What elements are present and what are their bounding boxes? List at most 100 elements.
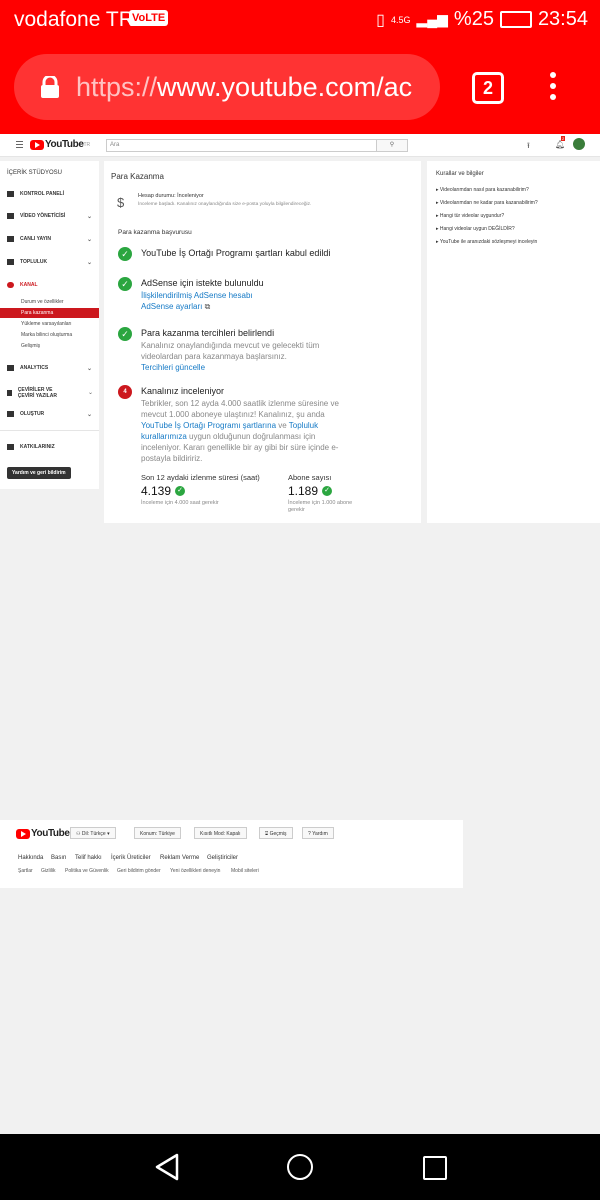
help-feedback-button[interactable]: Yardım ve geri bildirim xyxy=(7,467,71,479)
rules-link[interactable]: Hangi videolar uygun DEĞİLDİR? xyxy=(436,226,515,232)
search-icon: ⚲ xyxy=(389,142,395,148)
check-icon: ✓ xyxy=(118,277,132,291)
lock-icon xyxy=(41,76,59,98)
footer-youtube-logo[interactable]: YouTube xyxy=(16,828,70,839)
network-type: 4.5G xyxy=(390,14,411,25)
volte-badge: VoLTE xyxy=(129,10,169,26)
adsense-account-link[interactable]: İlişkilendirilmiş AdSense hesabı xyxy=(141,291,253,300)
more-menu-icon[interactable] xyxy=(550,72,556,105)
sidebar-item-analytics[interactable]: ANALYTICS ⌄ xyxy=(7,365,95,372)
hamburger-menu-icon[interactable] xyxy=(16,141,23,150)
monetization-panel: Para Kazanma $ Hesap durumu: İnceleniyor… xyxy=(104,161,421,523)
divider xyxy=(0,430,99,431)
sidebar-sub-upload-defaults[interactable]: Yükleme varsayılanları xyxy=(0,319,99,329)
footer: YouTube ⚇ Dil: Türkçe ▾ Konum: Türkiye K… xyxy=(0,820,463,888)
step-title: Para kazanma tercihleri belirlendi xyxy=(141,328,275,338)
sidebar-title: İÇERİK STÜDYOSU xyxy=(7,170,63,176)
sidebar-sub-monetization[interactable]: Para kazanma xyxy=(0,308,99,318)
sidebar-item-video-manager[interactable]: VİDEO YÖNETİCİSİ ⌄ xyxy=(7,213,95,220)
dollar-icon: $ xyxy=(117,195,125,210)
clock: 23:54 xyxy=(537,8,588,30)
check-icon: ✓ xyxy=(175,486,186,496)
footer-link[interactable]: Politika ve Güvenlik xyxy=(65,868,109,874)
sidebar-item-live[interactable]: CANLI YAYIN ⌄ xyxy=(7,236,95,243)
help-icon: ? xyxy=(308,831,311,837)
search-button[interactable]: ⚲ xyxy=(376,139,408,152)
footer-link[interactable]: Mobil siteleri xyxy=(231,868,259,874)
translate-icon xyxy=(7,390,12,396)
youtube-logo[interactable]: YouTube TR xyxy=(30,139,90,150)
account-status-desc: İnceleme başladı. Kanalınız onaylandığın… xyxy=(138,202,312,207)
adsense-settings-link[interactable]: AdSense ayarları xyxy=(141,302,202,311)
language-button[interactable]: ⚇ Dil: Türkçe ▾ xyxy=(70,827,116,839)
sidebar-item-translations[interactable]: ÇEVİRİLER VE ÇEVİRİ YAZILAR xyxy=(7,387,69,399)
step-desc: Kanalınız onaylandığında mevcut ve gelec… xyxy=(141,341,320,361)
footer-link[interactable]: Şartlar xyxy=(18,868,33,874)
analytics-icon xyxy=(7,365,14,371)
vibrate-icon: ▯ xyxy=(376,11,385,29)
webpage: YouTube TR Ara ⚲ ⭱ 🔔︎ 2 İÇERİK STÜDYOSU K… xyxy=(0,134,600,1134)
android-nav-bar xyxy=(0,1134,600,1200)
restricted-mode-button[interactable]: Kısıtlı Mod: Kapalı xyxy=(194,827,247,839)
footer-link[interactable]: Basın xyxy=(51,855,66,861)
chevron-down-icon: ⌄ xyxy=(86,213,92,220)
location-button[interactable]: Konum: Türkiye xyxy=(134,827,181,839)
account-status: Hesap durumu: İnceleniyor xyxy=(138,193,204,199)
footer-link[interactable]: Reklam Verme xyxy=(160,855,199,861)
sidebar-sub-branding[interactable]: Marka bilinci oluşturma xyxy=(0,330,99,340)
ypp-terms-link[interactable]: YouTube İş Ortağı Programı şartlarına xyxy=(141,421,276,430)
history-button[interactable]: ⌛︎ Geçmiş xyxy=(259,827,293,839)
url-field[interactable]: https://www.youtube.com/ac xyxy=(14,54,440,120)
notification-count: 2 xyxy=(561,136,566,141)
live-icon xyxy=(7,236,14,242)
rules-title: Kurallar ve bilgiler xyxy=(436,171,484,177)
carrier-name: vodafone TR xyxy=(14,8,134,31)
footer-link[interactable]: Geri bildirim gönder xyxy=(117,868,161,874)
footer-link[interactable]: İçerik Üreticiler xyxy=(111,855,151,861)
footer-link[interactable]: Gizlilik xyxy=(41,868,55,874)
upload-icon[interactable]: ⭱ xyxy=(527,140,530,154)
play-logo-icon xyxy=(16,828,30,839)
update-preferences-link[interactable]: Tercihleri güncelle xyxy=(141,363,205,372)
play-logo-icon xyxy=(30,139,44,150)
footer-link[interactable]: Telif hakkı xyxy=(75,855,102,861)
footer-link[interactable]: Geliştiriciler xyxy=(207,855,238,861)
sidebar-item-community[interactable]: TOPLULUK ⌄ xyxy=(7,259,95,266)
sidebar-sub-status[interactable]: Durum ve özellikler xyxy=(0,297,99,307)
sidebar-item-channel[interactable]: KANAL xyxy=(7,282,95,288)
sidebar-item-dashboard[interactable]: KONTROL PANELİ xyxy=(7,191,95,197)
url-text: https://www.youtube.com/ac xyxy=(76,72,413,102)
rules-link[interactable]: YouTube ile aranızdaki sözleşmeyi incele… xyxy=(436,239,537,245)
footer-link[interactable]: Hakkında xyxy=(18,855,43,861)
bell-icon[interactable]: 🔔︎ xyxy=(555,140,565,149)
tab-switcher-button[interactable]: 2 xyxy=(472,72,504,104)
hourglass-icon: ⌛︎ xyxy=(265,831,269,837)
step-title: AdSense için istekte bulunuldu xyxy=(141,278,264,288)
recent-apps-icon[interactable] xyxy=(423,1156,447,1180)
sidebar-item-contributions[interactable]: KATKILARINIZ xyxy=(7,444,95,450)
battery-icon xyxy=(499,11,532,28)
rules-link[interactable]: Videolarımdan ne kadar para kazanabiliri… xyxy=(436,200,538,206)
back-icon[interactable] xyxy=(155,1153,179,1181)
footer-link[interactable]: Yeni özellikleri deneyin xyxy=(170,868,220,874)
video-icon xyxy=(7,213,14,219)
avatar[interactable] xyxy=(573,138,585,150)
sidebar-sub-advanced[interactable]: Gelişmiş xyxy=(0,341,99,351)
yt-header: YouTube TR Ara ⚲ ⭱ 🔔︎ 2 xyxy=(0,134,600,157)
watch-time-metric: Son 12 aydaki izlenme süresi (saat) 4.13… xyxy=(141,473,260,506)
chevron-down-icon[interactable]: ⌄ xyxy=(88,389,93,396)
chevron-down-icon: ⌄ xyxy=(86,365,92,372)
home-icon[interactable] xyxy=(287,1154,313,1180)
chevron-down-icon: ⌄ xyxy=(86,259,92,266)
rules-link[interactable]: Videolarımdan nasıl para kazanabilirim? xyxy=(436,187,529,193)
sidebar: İÇERİK STÜDYOSU KONTROL PANELİ VİDEO YÖN… xyxy=(0,161,99,489)
rules-link[interactable]: Hangi tür videolar uygundur? xyxy=(436,213,504,219)
step-title: Kanalınız inceleniyor xyxy=(141,386,225,396)
check-icon: ✓ xyxy=(322,486,333,496)
subscriber-metric: Abone sayısı 1.189 ✓ İnceleme için 1.000 … xyxy=(288,473,353,513)
search-input[interactable]: Ara xyxy=(106,139,379,152)
sidebar-item-create[interactable]: OLUŞTUR ⌄ xyxy=(7,411,95,418)
application-title: Para kazanma başvurusu xyxy=(118,229,192,236)
help-button[interactable]: ? Yardım xyxy=(302,827,334,839)
status-bar: vodafone TR VoLTE ▯ 4.5G ▂▄▆ %25 23:54 xyxy=(0,0,600,42)
